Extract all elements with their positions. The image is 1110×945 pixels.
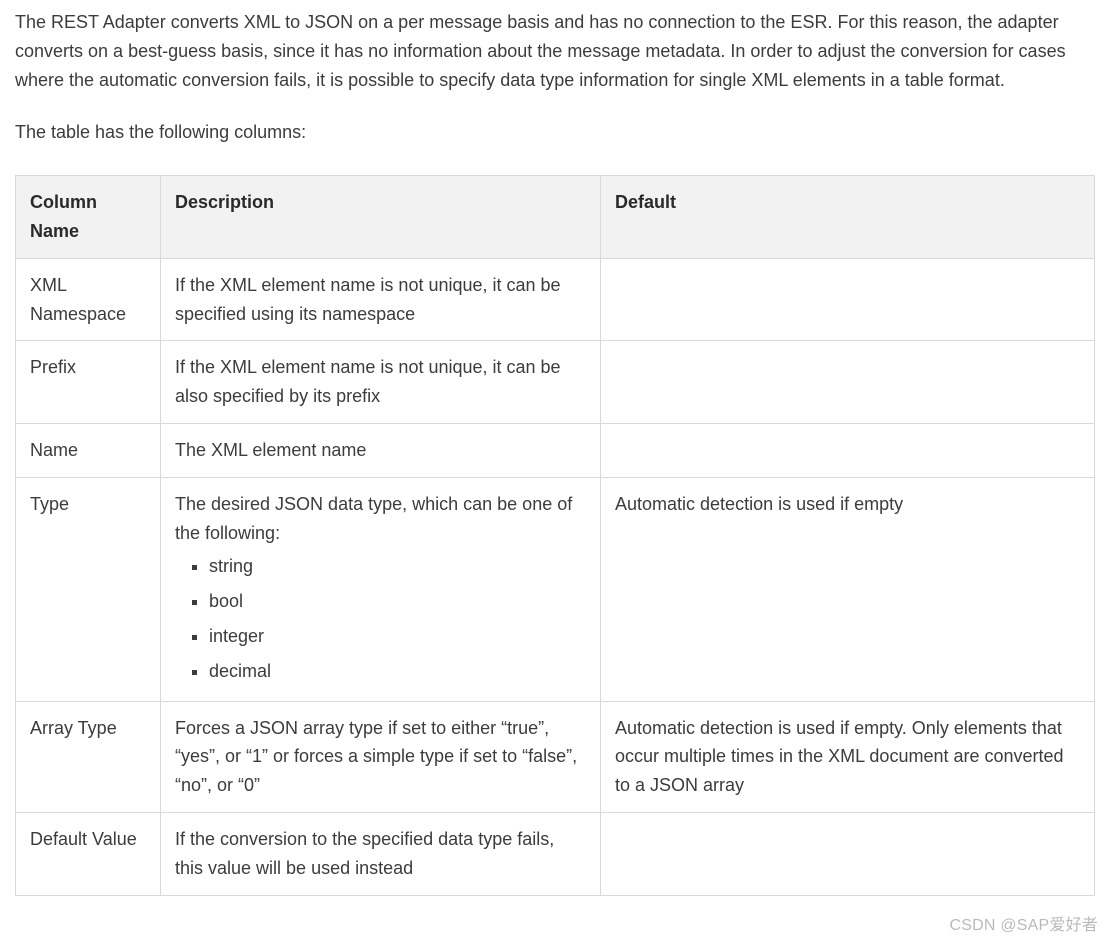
cell-name: Type [16,477,161,701]
cell-desc: If the XML element name is not unique, i… [161,258,601,341]
list-item: string [209,549,586,584]
table-row: Type The desired JSON data type, which c… [16,477,1095,701]
cell-name: Array Type [16,701,161,812]
table-row: Prefix If the XML element name is not un… [16,341,1095,424]
header-column-name: Column Name [16,176,161,259]
table-row: Array Type Forces a JSON array type if s… [16,701,1095,812]
cell-default [601,423,1095,477]
cell-default: Automatic detection is used if empty. On… [601,701,1095,812]
cell-default [601,258,1095,341]
table-row: XML Namespace If the XML element name is… [16,258,1095,341]
subtitle-paragraph: The table has the following columns: [15,118,1095,147]
cell-desc: The desired JSON data type, which can be… [161,477,601,701]
table-header-row: Column Name Description Default [16,176,1095,259]
type-list: string bool integer decimal [175,549,586,688]
cell-desc: Forces a JSON array type if set to eithe… [161,701,601,812]
list-item: decimal [209,654,586,689]
cell-name: Default Value [16,812,161,895]
cell-default: Automatic detection is used if empty [601,477,1095,701]
list-item: bool [209,584,586,619]
intro-paragraph: The REST Adapter converts XML to JSON on… [15,8,1095,94]
cell-name: Prefix [16,341,161,424]
cell-default [601,341,1095,424]
columns-table: Column Name Description Default XML Name… [15,175,1095,895]
cell-name: Name [16,423,161,477]
header-default: Default [601,176,1095,259]
cell-desc: If the conversion to the specified data … [161,812,601,895]
cell-desc: The XML element name [161,423,601,477]
watermark-text: CSDN @SAP爱好者 [950,913,1098,939]
table-row: Default Value If the conversion to the s… [16,812,1095,895]
cell-desc: If the XML element name is not unique, i… [161,341,601,424]
cell-name: XML Namespace [16,258,161,341]
list-item: integer [209,619,586,654]
table-row: Name The XML element name [16,423,1095,477]
cell-default [601,812,1095,895]
header-description: Description [161,176,601,259]
type-desc-intro: The desired JSON data type, which can be… [175,494,572,543]
